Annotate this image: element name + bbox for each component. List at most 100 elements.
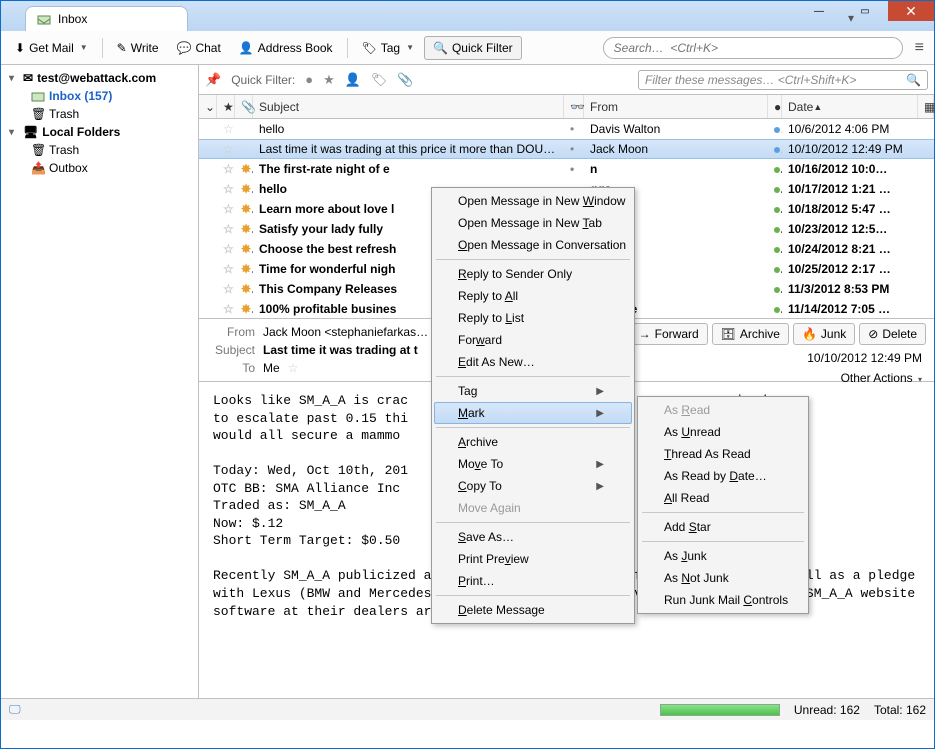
message-row[interactable]: ☆✸The first-rate night of e•n10/16/2012 … bbox=[199, 159, 934, 179]
attach-filter-icon[interactable]: 📎 bbox=[397, 72, 413, 88]
menu-as-unread[interactable]: As Unread bbox=[640, 421, 806, 443]
menu-delete[interactable]: Delete Message bbox=[434, 599, 632, 621]
junk-button[interactable]: 🔥Junk bbox=[793, 323, 855, 345]
star-icon[interactable]: ☆ bbox=[223, 302, 235, 316]
tab-inbox[interactable]: Inbox bbox=[25, 6, 188, 31]
tabs-dropdown-icon[interactable]: ▾ bbox=[848, 11, 854, 25]
tab-label: Inbox bbox=[58, 12, 87, 26]
minimize-button[interactable]: — bbox=[796, 1, 842, 21]
archive-button[interactable]: 🗄Archive bbox=[712, 323, 789, 345]
message-date: 10/24/2012 8:21 … bbox=[782, 242, 918, 256]
chat-button[interactable]: 💬Chat bbox=[169, 37, 229, 59]
inbox-icon bbox=[36, 11, 52, 27]
star-filter-icon[interactable]: ★ bbox=[323, 72, 335, 88]
readstatus-column[interactable]: ● bbox=[768, 95, 782, 118]
menu-all-read[interactable]: All Read bbox=[640, 487, 806, 509]
star-icon[interactable]: ☆ bbox=[223, 202, 235, 216]
menu-thread-read[interactable]: Thread As Read bbox=[640, 443, 806, 465]
menu-print[interactable]: Print… bbox=[434, 570, 632, 592]
message-date: 10/6/2012 4:06 PM bbox=[782, 122, 918, 136]
forward-button[interactable]: →Forward bbox=[630, 323, 708, 345]
star-icon[interactable]: ☆ bbox=[223, 242, 235, 256]
tag-filter-icon[interactable]: 🏷 bbox=[371, 72, 388, 88]
attach-column[interactable]: 📎 bbox=[235, 95, 253, 118]
localfolders-node[interactable]: ▾🖥Local Folders bbox=[1, 123, 198, 141]
search-icon: 🔍 bbox=[906, 73, 921, 87]
message-row[interactable]: ☆hello•Davis Walton10/6/2012 4:06 PM bbox=[199, 119, 934, 139]
correspondent-column[interactable]: 👓 bbox=[564, 95, 584, 118]
sidebar-trash2[interactable]: 🗑Trash bbox=[1, 141, 198, 159]
menu-open-tab[interactable]: Open Message in New Tab bbox=[434, 212, 632, 234]
total-status: Total: 162 bbox=[874, 703, 926, 717]
tag-button[interactable]: 🏷Tag▼ bbox=[354, 37, 423, 59]
menu-save-as[interactable]: Save As… bbox=[434, 526, 632, 548]
menu-not-junk[interactable]: As Not Junk bbox=[640, 567, 806, 589]
write-button[interactable]: ✎Write bbox=[109, 37, 167, 59]
app-menu-button[interactable]: ≡ bbox=[915, 39, 924, 57]
pin-icon[interactable]: 📌 bbox=[205, 72, 221, 88]
unread-filter-icon[interactable]: ● bbox=[305, 72, 313, 87]
star-icon[interactable]: ☆ bbox=[288, 361, 299, 375]
menu-open-window[interactable]: Open Message in New Window bbox=[434, 190, 632, 212]
message-date: 10/16/2012 10:0… bbox=[782, 162, 918, 176]
trash-icon: 🗑 bbox=[31, 107, 45, 121]
menu-open-conv[interactable]: Open Message in Conversation bbox=[434, 234, 632, 256]
menu-edit-new[interactable]: Edit As New… bbox=[434, 351, 632, 373]
menu-mark[interactable]: Mark▶ bbox=[434, 402, 632, 424]
menu-archive[interactable]: Archive bbox=[434, 431, 632, 453]
menu-as-junk[interactable]: As Junk bbox=[640, 545, 806, 567]
menu-print-preview[interactable]: Print Preview bbox=[434, 548, 632, 570]
star-icon[interactable]: ☆ bbox=[223, 222, 235, 236]
menu-forward[interactable]: Forward bbox=[434, 329, 632, 351]
menu-move-again: Move Again bbox=[434, 497, 632, 519]
read-dot-icon bbox=[774, 127, 780, 133]
star-icon[interactable]: ☆ bbox=[223, 142, 235, 156]
read-dot-icon bbox=[774, 147, 780, 153]
menu-tag[interactable]: Tag▶ bbox=[434, 380, 632, 402]
menu-add-star[interactable]: Add Star bbox=[640, 516, 806, 538]
quickfilter-label: Quick Filter: bbox=[231, 73, 295, 87]
quickfilter-button[interactable]: 🔍Quick Filter bbox=[424, 36, 522, 60]
delete-button[interactable]: ⊘Delete bbox=[859, 323, 926, 345]
close-button[interactable]: ✕ bbox=[888, 1, 934, 21]
preview-date: 10/10/2012 12:49 PM bbox=[807, 351, 922, 365]
message-from: n bbox=[584, 162, 768, 176]
star-icon[interactable]: ☆ bbox=[223, 122, 235, 136]
sidebar-inbox[interactable]: Inbox (157) bbox=[1, 87, 198, 105]
account-icon: ✉ bbox=[23, 71, 33, 85]
menu-reply-all[interactable]: Reply to All bbox=[434, 285, 632, 307]
column-picker[interactable]: ▦ bbox=[918, 95, 934, 118]
read-dot-icon bbox=[774, 167, 780, 173]
subject-column[interactable]: Subject bbox=[253, 95, 564, 118]
from-column[interactable]: From bbox=[584, 95, 768, 118]
menu-read-by-date[interactable]: As Read by Date… bbox=[640, 465, 806, 487]
delete-icon: ⊘ bbox=[868, 327, 878, 341]
menu-as-read: As Read bbox=[640, 399, 806, 421]
star-icon[interactable]: ☆ bbox=[223, 162, 235, 176]
message-date: 10/23/2012 12:5… bbox=[782, 222, 918, 236]
thread-column[interactable]: ⌄ bbox=[199, 95, 217, 118]
filter-input[interactable]: Filter these messages… <Ctrl+Shift+K>🔍 bbox=[638, 70, 928, 90]
sidebar-trash[interactable]: 🗑Trash bbox=[1, 105, 198, 123]
message-row[interactable]: ☆Last time it was trading at this price … bbox=[199, 139, 934, 159]
addressbook-button[interactable]: 👤Address Book bbox=[231, 37, 341, 59]
message-from: Davis Walton bbox=[584, 122, 768, 136]
star-icon[interactable]: ☆ bbox=[223, 282, 235, 296]
menu-reply-sender[interactable]: Reply to Sender Only bbox=[434, 263, 632, 285]
star-column[interactable]: ★ bbox=[217, 95, 235, 118]
star-icon[interactable]: ☆ bbox=[223, 262, 235, 276]
star-icon[interactable]: ☆ bbox=[223, 182, 235, 196]
read-dot-icon bbox=[774, 187, 780, 193]
search-input[interactable] bbox=[603, 37, 903, 59]
getmail-button[interactable]: ⬇Get Mail▼ bbox=[7, 37, 96, 59]
online-icon[interactable]: 🖵 bbox=[9, 702, 21, 717]
contact-filter-icon[interactable]: 👤 bbox=[345, 72, 361, 88]
menu-move-to[interactable]: Move To▶ bbox=[434, 453, 632, 475]
menu-reply-list[interactable]: Reply to List bbox=[434, 307, 632, 329]
other-actions-button[interactable]: Other Actions ▾ bbox=[841, 371, 922, 385]
account-node[interactable]: ▾✉test@webattack.com bbox=[1, 69, 198, 87]
menu-copy-to[interactable]: Copy To▶ bbox=[434, 475, 632, 497]
date-column[interactable]: Date ▲ bbox=[782, 95, 918, 118]
sidebar-outbox[interactable]: 📤Outbox bbox=[1, 159, 198, 177]
menu-run-junk[interactable]: Run Junk Mail Controls bbox=[640, 589, 806, 611]
